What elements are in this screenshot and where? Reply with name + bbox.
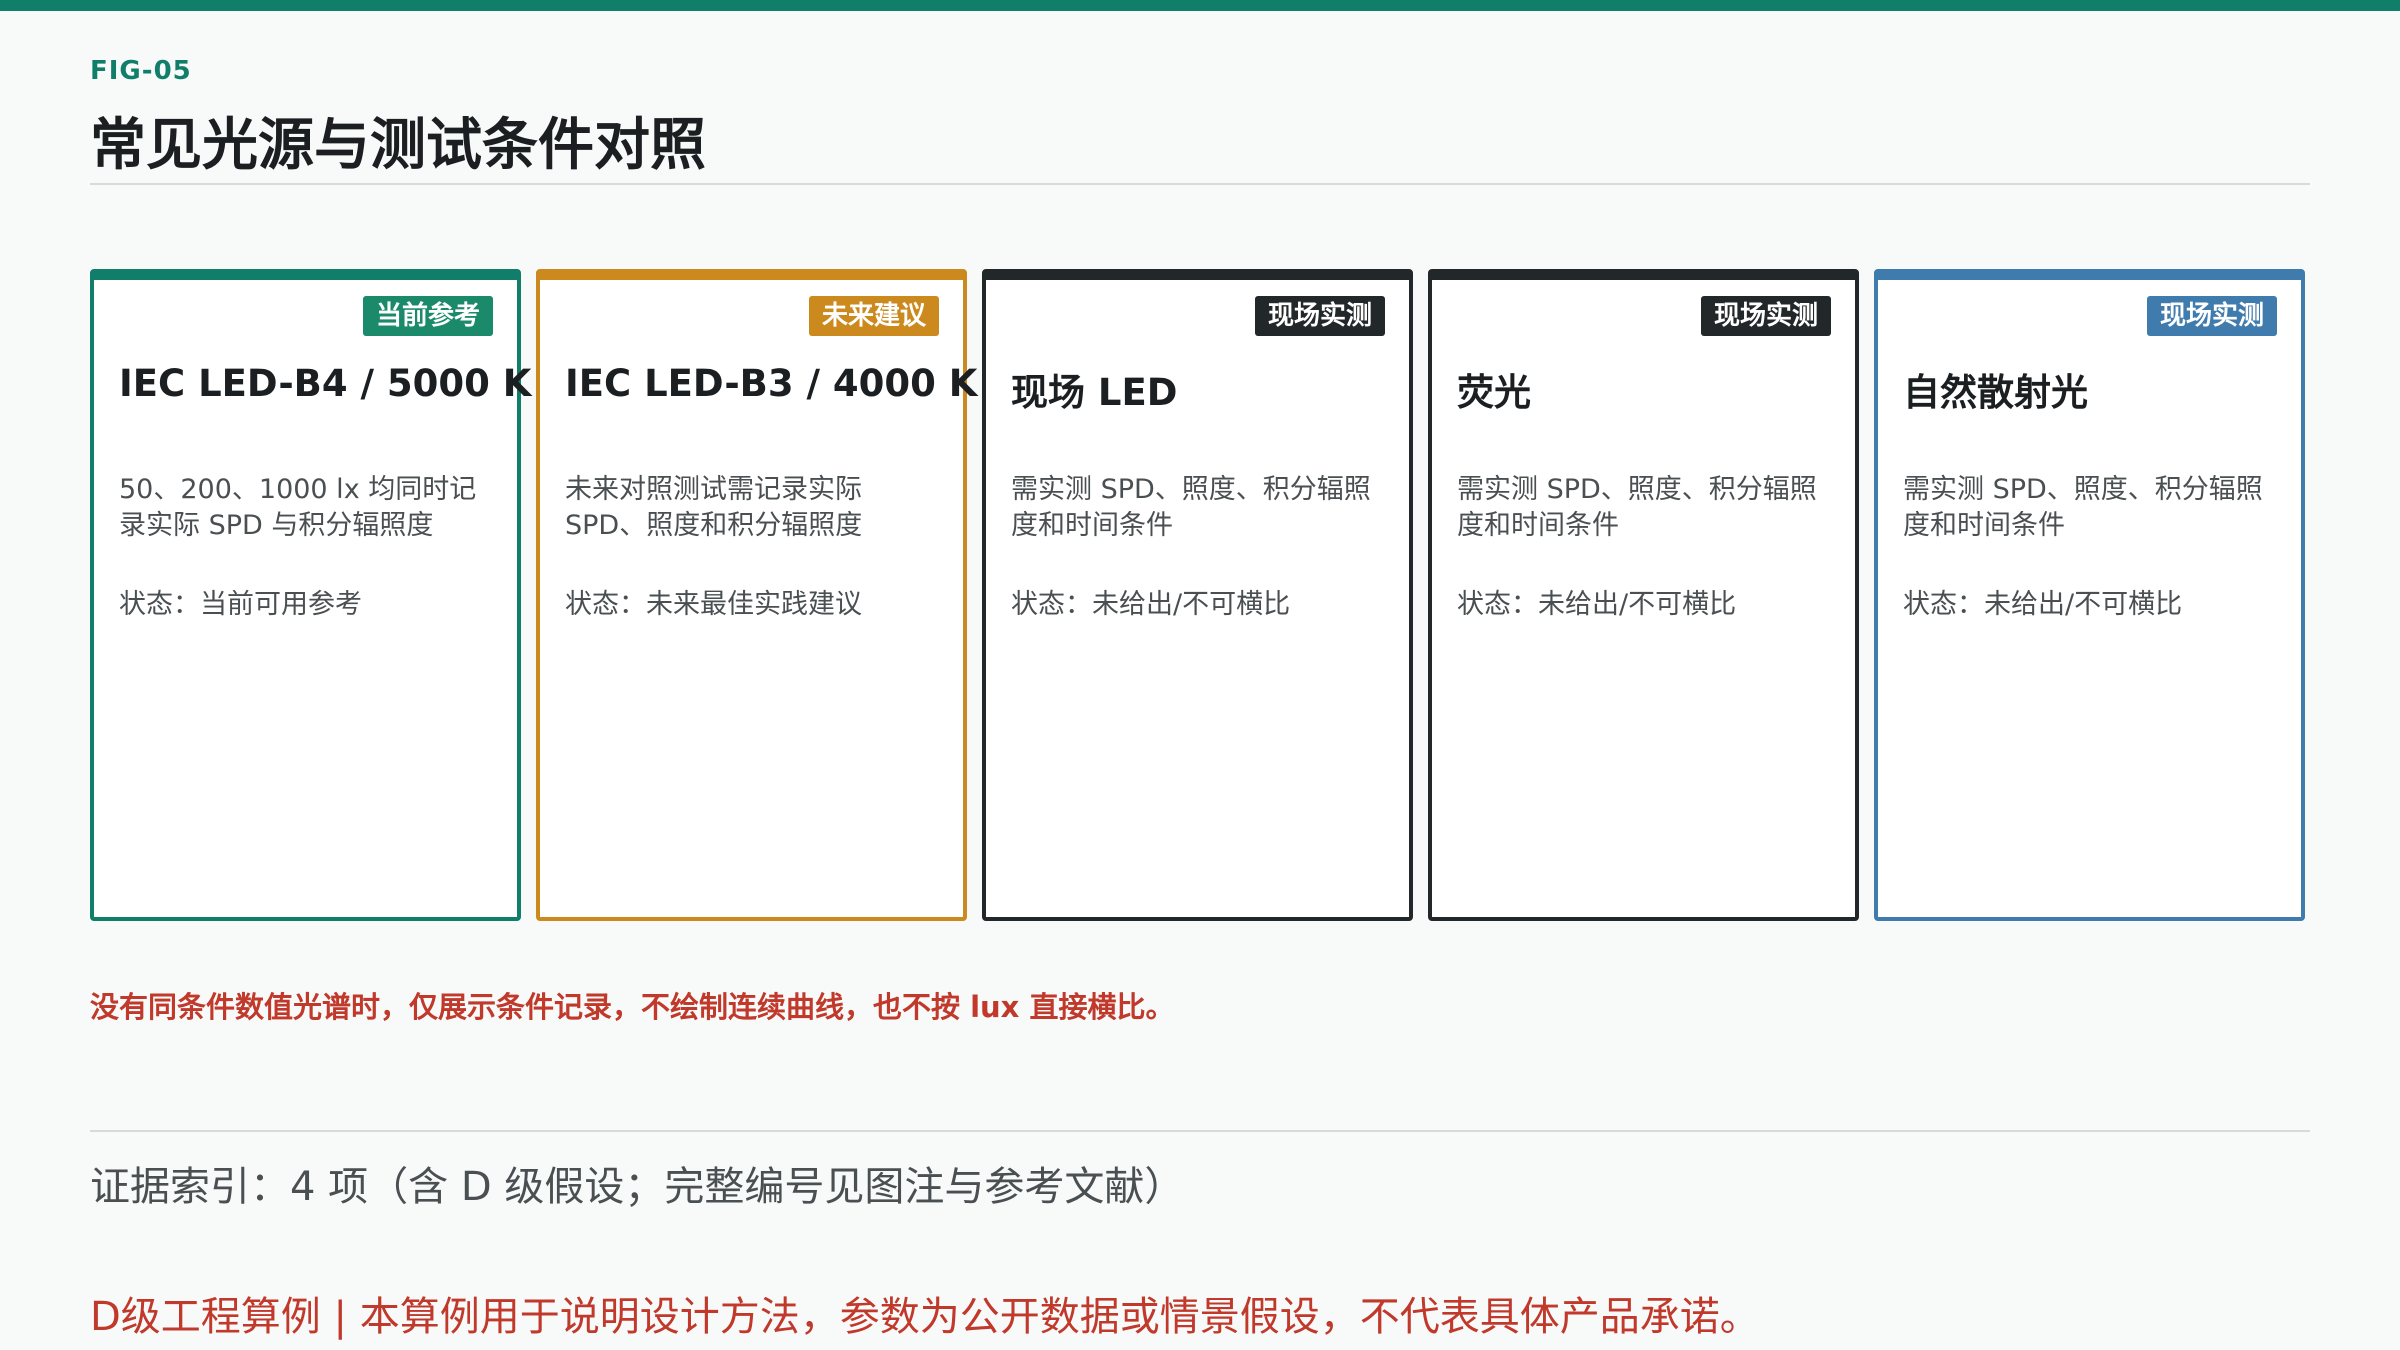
card-iec-led-b3: 未来建议 IEC LED-B3 / 4000 K 未来对照测试需记录实际 SPD… [536, 269, 977, 921]
card-status: 状态：未来最佳实践建议 [565, 589, 862, 620]
card-badge: 未来建议 [808, 296, 939, 336]
title-divider [90, 183, 2310, 185]
card-title: 现场 LED [1011, 371, 1178, 414]
card-iec-led-b4: 当前参考 IEC LED-B4 / 5000 K 50、200、1000 lx … [90, 269, 531, 921]
evidence-index: 证据索引：4 项（含 D 级假设；完整编号见图注与参考文献） [90, 1164, 1185, 1210]
card-title: 自然散射光 [1903, 371, 2088, 414]
card-description: 需实测 SPD、照度、积分辐照度和时间条件 [1011, 474, 1371, 541]
card-status: 状态：未给出/不可横比 [1903, 589, 2183, 620]
card-status: 状态：未给出/不可横比 [1011, 589, 1291, 620]
card-status: 状态：未给出/不可横比 [1457, 589, 1737, 620]
footer-divider [90, 1130, 2310, 1132]
card-natural-diffuse: 现场实测 自然散射光 需实测 SPD、照度、积分辐照度和时间条件 状态：未给出/… [1874, 269, 2305, 921]
warning-note: 没有同条件数值光谱时，仅展示条件记录，不绘制连续曲线，也不按 lux 直接横比。 [90, 990, 1175, 1024]
card-description: 50、200、1000 lx 均同时记录实际 SPD 与积分辐照度 [119, 474, 477, 541]
card-badge: 现场实测 [1700, 296, 1831, 336]
card-badge: 当前参考 [362, 296, 493, 336]
page-title: 常见光源与测试条件对照 [90, 113, 706, 178]
card-badge: 现场实测 [1254, 296, 1385, 336]
card-field-led: 现场实测 现场 LED 需实测 SPD、照度、积分辐照度和时间条件 状态：未给出… [982, 269, 1413, 921]
card-fluorescent: 现场实测 荧光 需实测 SPD、照度、积分辐照度和时间条件 状态：未给出/不可横… [1428, 269, 1859, 921]
light-source-cards: 当前参考 IEC LED-B4 / 5000 K 50、200、1000 lx … [90, 269, 2312, 921]
top-accent-bar [0, 0, 2400, 11]
card-title: IEC LED-B3 / 4000 K [565, 362, 978, 405]
card-title: IEC LED-B4 / 5000 K [119, 362, 532, 405]
disclaimer: D级工程算例 | 本算例用于说明设计方法，参数为公开数据或情景假设，不代表具体产… [90, 1294, 1760, 1340]
card-description: 未来对照测试需记录实际 SPD、照度和积分辐照度 [565, 474, 863, 541]
card-title: 荧光 [1457, 371, 1531, 414]
card-description: 需实测 SPD、照度、积分辐照度和时间条件 [1457, 474, 1817, 541]
card-description: 需实测 SPD、照度、积分辐照度和时间条件 [1903, 474, 2263, 541]
figure-label: FIG-05 [90, 56, 192, 86]
card-badge: 现场实测 [2146, 296, 2277, 336]
card-status: 状态：当前可用参考 [119, 589, 362, 620]
